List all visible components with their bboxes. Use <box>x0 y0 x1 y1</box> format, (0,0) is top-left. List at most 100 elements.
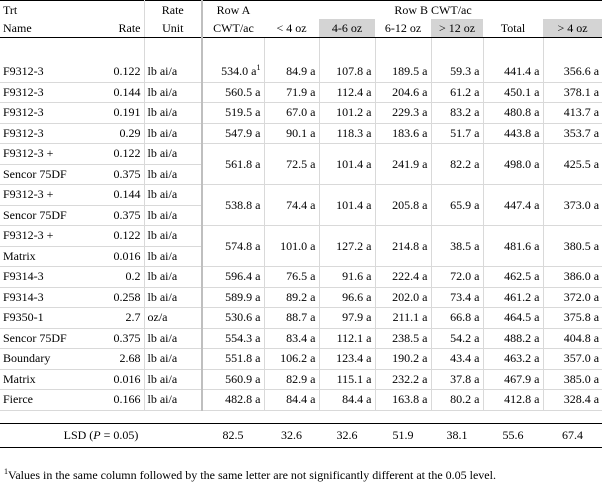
b4-6-cell: 115.1 a <box>319 369 376 390</box>
header-cwt: CWT/ac <box>202 19 264 38</box>
gt12-cell: 65.9 a <box>431 184 484 226</box>
lsd-b46-value: 32.6 <box>319 422 375 448</box>
row-a-cell: 482.8 a <box>202 389 265 411</box>
total-cell: 464.5 a <box>483 307 544 329</box>
row-a-value: 596.4 a <box>225 269 261 284</box>
gt12-cell: 51.7 a <box>431 123 484 144</box>
b4-6-cell: 112.4 a <box>319 82 376 103</box>
yield-table: Trt Rate Row A Row B CWT/ac Name Rate Un… <box>0 0 602 448</box>
gt12-cell: 54.2 a <box>431 328 484 349</box>
treatment-name: F9312-3 <box>0 123 86 144</box>
rate-unit-cell: lb ai/a <box>144 328 203 349</box>
rate-cell: 0.122 <box>86 225 145 247</box>
b6-12-cell: 241.9 a <box>375 143 432 185</box>
b4-6-cell: 118.3 a <box>319 123 376 144</box>
header-row-b: Row B CWT/ac <box>264 0 602 19</box>
rate-unit-cell: lb ai/a <box>144 184 203 206</box>
row-a-value: 560.9 a <box>225 371 261 386</box>
rate-unit-cell: lb ai/a <box>144 123 203 144</box>
header-row-2: Name Rate Unit CWT/ac < 4 oz 4-6 oz 6-12… <box>0 19 602 38</box>
header-unit: Unit <box>144 19 203 38</box>
treatment-name: F9312-3 <box>0 102 86 124</box>
b6-12-cell: 205.8 a <box>375 184 432 226</box>
total-cell: 443.8 a <box>483 123 544 144</box>
row-a-value: 547.9 a <box>225 125 261 140</box>
lsd-label-suffix: = 0.05) <box>100 427 139 442</box>
treatment-name: Sencor 75DF <box>0 328 86 349</box>
row-a-value: 534.0 a <box>221 64 257 79</box>
treatment-name: Fierce <box>0 389 86 411</box>
rate-cell: 0.2 <box>86 266 145 288</box>
row-a-cell: 547.9 a <box>202 123 265 144</box>
gt4-cell: 413.7 a <box>543 102 602 124</box>
row-a-value: 589.9 a <box>225 289 261 304</box>
row-a-value: 538.8 a <box>225 197 261 212</box>
lt4-cell: 106.2 a <box>264 348 320 370</box>
rate-unit-cell: lb ai/a <box>144 287 203 308</box>
b6-12-cell: 204.6 a <box>375 82 432 103</box>
header-gt12: > 12 oz <box>431 19 483 38</box>
rate-unit-cell: lb ai/a <box>144 369 203 390</box>
rate-unit-cell: lb ai/a <box>144 164 203 185</box>
b4-6-cell: 101.4 a <box>319 143 376 185</box>
b6-12-cell: 202.0 a <box>375 287 432 308</box>
total-cell: 488.2 a <box>483 328 544 349</box>
gt12-cell: 37.8 a <box>431 369 484 390</box>
rate-cell: 0.016 <box>86 246 145 267</box>
lt4-cell: 67.0 a <box>264 102 320 124</box>
b4-6-cell: 123.4 a <box>319 348 376 370</box>
b6-12-cell: 189.5 a <box>375 62 432 83</box>
table-row: Matrix 0.016 lb ai/a 560.9 a 82.9 a 115.1 a 23… <box>0 369 602 390</box>
row-a-cell: 538.8 a <box>202 184 265 226</box>
lsd-label: LSD (P = 0.05) <box>0 422 202 448</box>
b4-6-cell: 112.1 a <box>319 328 376 349</box>
header-6-12: 6-12 oz <box>375 19 431 38</box>
b6-12-cell: 190.2 a <box>375 348 432 370</box>
gt4-cell: 353.7 a <box>543 123 602 144</box>
total-cell: 467.9 a <box>483 369 544 390</box>
total-cell: 412.8 a <box>483 389 544 411</box>
treatment-name: F9312-3 <box>0 82 86 103</box>
rate-unit-cell: oz/a <box>144 307 203 329</box>
b6-12-cell: 211.1 a <box>375 307 432 329</box>
gt4-cell: 373.0 a <box>543 184 602 226</box>
total-cell: 441.4 a <box>483 62 544 83</box>
header-4-6: 4-6 oz <box>319 19 375 38</box>
treatment-name: F9350-1 <box>0 307 86 329</box>
rate-cell: 0.016 <box>86 369 145 390</box>
row-a-cell: 551.8 a <box>202 348 265 370</box>
gt12-cell: 61.2 a <box>431 82 484 103</box>
table-row: F9312-3 +0.122 lb ai/a 574.8 a 101.0 a 127.2… <box>0 225 602 267</box>
row-a-value: 574.8 a <box>225 238 261 253</box>
rate-cell: 2.68 <box>86 348 145 370</box>
rate-unit-cell: lb ai/a <box>144 266 203 288</box>
header-row-a: Row A <box>202 0 264 19</box>
b4-6-cell: 96.6 a <box>319 287 376 308</box>
total-cell: 450.1 a <box>483 82 544 103</box>
row-a-value: 530.6 a <box>225 310 261 325</box>
lt4-cell: 72.5 a <box>264 143 320 185</box>
rate-unit-cell: lb ai/a <box>144 389 203 411</box>
b4-6-cell: 107.8 a <box>319 62 376 83</box>
footnote: 1Values in the same column followed by t… <box>4 468 496 483</box>
lt4-cell: 74.4 a <box>264 184 320 226</box>
rate-cell: 0.144 <box>86 184 145 206</box>
row-a-value: 482.8 a <box>225 392 261 407</box>
row-a-cell: 560.5 a <box>202 82 265 103</box>
table-row: Sencor 75DF 0.375 lb ai/a 554.3 a 83.4 a 112.… <box>0 328 602 349</box>
total-cell: 447.4 a <box>483 184 544 226</box>
gt4-cell: 356.6 a <box>543 62 602 83</box>
treatment-name: F9312-3 + <box>0 143 86 165</box>
lt4-cell: 83.4 a <box>264 328 320 349</box>
gt4-cell: 386.0 a <box>543 266 602 288</box>
treatment-name: F9312-3 + <box>0 225 86 247</box>
footnote-text: Values in the same column followed by th… <box>8 468 496 482</box>
rate-cell: 0.29 <box>86 123 145 144</box>
spacer-row <box>0 37 602 62</box>
row-a-cell: 554.3 a <box>202 328 265 349</box>
b6-12-cell: 214.8 a <box>375 225 432 267</box>
lsd-label-prefix: LSD ( <box>63 427 94 442</box>
header-rate-unit: Rate <box>144 0 203 19</box>
gt4-cell: 328.4 a <box>543 389 602 411</box>
lsd-total-value: 55.6 <box>483 422 543 448</box>
